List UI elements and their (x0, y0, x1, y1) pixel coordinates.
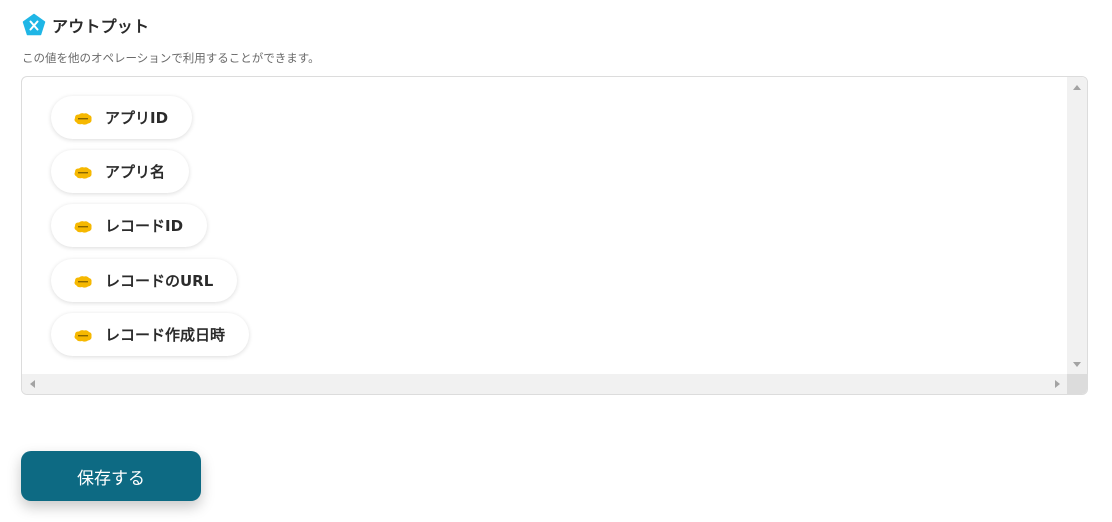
output-pill-record-created-at[interactable]: レコード作成日時 (51, 313, 250, 356)
save-button[interactable]: 保存する (21, 451, 201, 501)
kintone-icon (73, 219, 93, 233)
output-pill-app-name[interactable]: アプリ名 (51, 150, 190, 193)
output-pill-label: レコードのURL (105, 272, 214, 290)
scroll-up-arrow-icon[interactable] (1073, 85, 1081, 90)
section-header: アウトプット (22, 13, 149, 37)
output-pill-record-url[interactable]: レコードのURL (51, 259, 238, 302)
output-pill-label: アプリID (105, 109, 169, 127)
scroll-left-arrow-icon[interactable] (30, 380, 35, 388)
output-pill-record-id[interactable]: レコードID (51, 204, 208, 247)
output-list-box: アプリID アプリ名 レコードID レコードのURL レコード作成日時 (21, 76, 1088, 395)
output-pill-label: レコードID (105, 217, 184, 235)
kintone-icon (73, 111, 93, 125)
variable-x-icon (22, 13, 46, 37)
output-pill-app-id[interactable]: アプリID (51, 96, 193, 139)
scroll-right-arrow-icon[interactable] (1055, 380, 1060, 388)
output-pill-label: アプリ名 (105, 163, 166, 181)
horizontal-scrollbar[interactable] (22, 374, 1068, 394)
kintone-icon (73, 165, 93, 179)
kintone-icon (73, 274, 93, 288)
scroll-down-arrow-icon[interactable] (1073, 362, 1081, 367)
section-description: この値を他のオペレーションで利用することができます。 (22, 51, 320, 65)
kintone-icon (73, 328, 93, 342)
section-title: アウトプット (52, 17, 150, 36)
scrollbar-corner (1067, 374, 1087, 394)
vertical-scrollbar[interactable] (1067, 77, 1087, 375)
output-pill-label: レコード作成日時 (105, 326, 226, 344)
